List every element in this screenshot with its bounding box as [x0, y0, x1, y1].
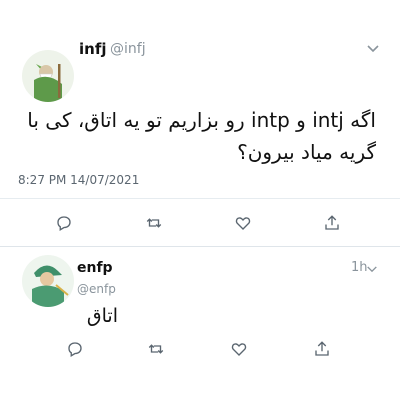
tweet-author-name[interactable]: infj — [79, 40, 107, 58]
divider — [0, 246, 400, 247]
reply-text: اتاق — [86, 305, 118, 327]
reply-author-name[interactable]: enfp — [77, 260, 113, 276]
reply-icon[interactable] — [64, 338, 86, 360]
tweet-menu-chevron-icon[interactable] — [366, 42, 380, 58]
infj-avatar-icon — [22, 50, 74, 102]
avatar-infj[interactable] — [22, 50, 74, 102]
tweet-timestamp[interactable]: 8:27 PM 14/07/2021 — [18, 173, 139, 187]
tweet-text: اگه intj و intp رو بزاریم تو یه اتاق، کی… — [18, 104, 376, 168]
retweet-icon[interactable] — [145, 338, 167, 360]
avatar-enfp[interactable] — [22, 255, 74, 307]
retweet-icon[interactable] — [143, 212, 165, 234]
share-icon[interactable] — [311, 338, 333, 360]
like-icon[interactable] — [232, 212, 254, 234]
like-icon[interactable] — [228, 338, 250, 360]
enfp-avatar-icon — [22, 255, 74, 307]
tweet-text-line-2: گریه میاد بیرون؟ — [237, 140, 376, 164]
divider — [0, 198, 400, 199]
reply-icon[interactable] — [53, 212, 75, 234]
tweet-author-handle[interactable]: @infj — [110, 41, 146, 57]
tweet-text-line-1: اگه intj و intp رو بزاریم تو یه اتاق، کی… — [27, 108, 376, 132]
share-icon[interactable] — [321, 212, 343, 234]
reply-author-handle[interactable]: @enfp — [77, 282, 116, 296]
reply-menu-chevron-icon[interactable] — [366, 262, 378, 278]
